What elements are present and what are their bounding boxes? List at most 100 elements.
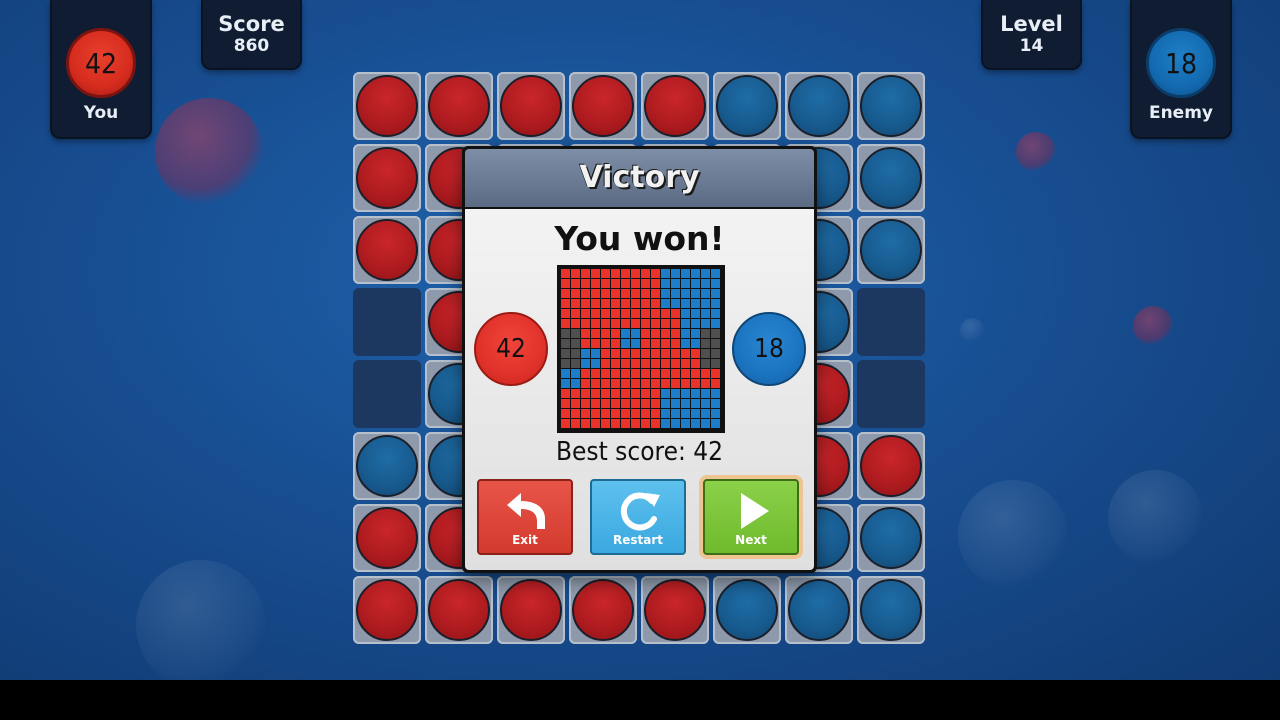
minimap-tile [651,419,660,428]
restart-button[interactable]: Restart [590,479,686,555]
minimap-tile [631,359,640,368]
score-panel: Score 860 [201,0,302,70]
board-cell-red[interactable] [425,576,493,644]
player-result-count: 42 [496,334,526,364]
minimap-tile [591,329,600,338]
minimap-tile [641,339,650,348]
minimap-tile [591,349,600,358]
result-heading: You won! [554,219,725,258]
minimap-tile [581,409,590,418]
minimap-tile [621,339,630,348]
minimap-tile [651,369,660,378]
red-disc [356,219,418,281]
minimap-tile [561,339,570,348]
minimap-tile [591,419,600,428]
board-cell-red[interactable] [569,72,637,140]
game-background: 42 You Score 860 Level 14 18 Enemy Victo… [0,0,1280,680]
board-cell-red[interactable] [353,144,421,212]
minimap-tile [571,419,580,428]
minimap-tile [661,299,670,308]
board-cell-blue[interactable] [857,504,925,572]
red-disc [356,507,418,569]
minimap-tile [701,369,710,378]
bottom-bar [0,680,1280,720]
minimap-tile [611,269,620,278]
board-cell-empty[interactable] [353,360,421,428]
minimap-tile [631,289,640,298]
minimap-tile [641,279,650,288]
board-cell-blue[interactable] [713,72,781,140]
board-cell-red[interactable] [353,576,421,644]
minimap-tile [581,329,590,338]
minimap-tile [601,349,610,358]
minimap-tile [611,289,620,298]
minimap-tile [681,379,690,388]
minimap-tile [561,289,570,298]
board-cell-red[interactable] [425,72,493,140]
minimap-tile [601,419,610,428]
minimap-tile [581,399,590,408]
player-name: You [83,103,119,123]
minimap-tile [661,409,670,418]
exit-button[interactable]: Exit [477,479,573,555]
minimap-tile [661,329,670,338]
minimap-tile [611,369,620,378]
minimap-tile [631,379,640,388]
board-cell-blue[interactable] [857,216,925,284]
minimap-tile [651,409,660,418]
minimap-tile [621,389,630,398]
minimap-tile [601,389,610,398]
board-cell-blue[interactable] [353,432,421,500]
minimap-tile [681,319,690,328]
minimap-tile [711,409,720,418]
board-minimap [557,265,725,433]
board-cell-red[interactable] [497,72,565,140]
background-bubble [155,98,263,206]
minimap-tile [591,279,600,288]
minimap-tile [691,349,700,358]
board-cell-blue[interactable] [857,72,925,140]
minimap-tile [561,309,570,318]
minimap-tile [621,369,630,378]
next-button[interactable]: Next [703,479,799,555]
minimap-tile [631,419,640,428]
board-cell-red[interactable] [353,504,421,572]
board-cell-red[interactable] [497,576,565,644]
minimap-tile [601,289,610,298]
minimap-tile [661,349,670,358]
minimap-tile [651,379,660,388]
blue-disc [860,147,922,209]
board-cell-red[interactable] [353,216,421,284]
board-cell-blue[interactable] [785,576,853,644]
board-cell-red[interactable] [569,576,637,644]
board-cell-empty[interactable] [353,288,421,356]
board-cell-red[interactable] [353,72,421,140]
minimap-tile [701,359,710,368]
minimap-tile [631,269,640,278]
minimap-tile [651,279,660,288]
minimap-tile [661,399,670,408]
board-cell-blue[interactable] [857,576,925,644]
red-disc [356,75,418,137]
next-label: Next [735,533,767,547]
board-cell-blue[interactable] [785,72,853,140]
minimap-tile [711,269,720,278]
board-cell-red[interactable] [857,432,925,500]
minimap-tile [611,389,620,398]
board-cell-red[interactable] [641,576,709,644]
board-cell-blue[interactable] [857,144,925,212]
minimap-tile [641,379,650,388]
minimap-tile [611,409,620,418]
board-cell-blue[interactable] [713,576,781,644]
minimap-tile [671,329,680,338]
red-disc [572,75,634,137]
minimap-tile [681,269,690,278]
blue-disc [860,507,922,569]
board-cell-red[interactable] [641,72,709,140]
red-disc [644,579,706,641]
board-cell-empty[interactable] [857,288,925,356]
board-cell-empty[interactable] [857,360,925,428]
minimap-tile [571,389,580,398]
minimap-tile [671,349,680,358]
red-disc [428,75,490,137]
